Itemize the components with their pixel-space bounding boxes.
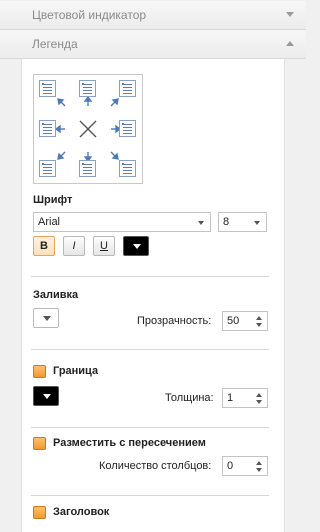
border-label: Граница — [53, 365, 99, 377]
legend-settings-panel: Шрифт Arial 8 B I U Заливка Прозрачность… — [21, 59, 285, 532]
legend-position-selector — [33, 74, 143, 184]
dropdown-arrow-icon — [133, 244, 141, 249]
border-color-button[interactable] — [33, 386, 59, 406]
section-color-indicator[interactable]: Цветовой индикатор — [0, 1, 306, 30]
divider — [31, 427, 269, 428]
dropdown-arrow-icon — [43, 316, 51, 321]
spin-up-icon[interactable] — [256, 393, 262, 397]
position-top-center[interactable] — [79, 80, 96, 97]
spin-up-icon[interactable] — [256, 461, 262, 465]
transparency-label: Прозрачность: — [137, 315, 212, 327]
position-middle-right[interactable] — [119, 120, 136, 137]
thickness-value: 1 — [227, 392, 234, 404]
divider — [31, 349, 269, 350]
section-legend[interactable]: Легенда — [0, 30, 306, 59]
position-middle-left[interactable] — [39, 120, 56, 137]
heading-checkbox[interactable] — [33, 506, 46, 519]
divider — [31, 495, 269, 496]
position-bottom-center[interactable] — [79, 160, 96, 177]
columns-value: 0 — [227, 460, 234, 472]
fill-label: Заливка — [33, 289, 79, 301]
transparency-stepper[interactable]: 50 — [222, 311, 268, 331]
position-bottom-left[interactable] — [39, 160, 56, 177]
transparency-value: 50 — [227, 315, 240, 327]
spin-down-icon[interactable] — [256, 468, 262, 472]
dropdown-arrow-icon — [254, 221, 260, 225]
divider — [31, 276, 269, 277]
underline-button[interactable]: U — [93, 236, 115, 256]
bold-button[interactable]: B — [33, 236, 55, 256]
overlap-checkbox[interactable] — [33, 437, 46, 450]
position-top-left[interactable] — [39, 80, 56, 97]
font-size-value: 8 — [223, 216, 230, 228]
position-bottom-right[interactable] — [119, 160, 136, 177]
font-size-select[interactable]: 8 — [218, 212, 267, 232]
spin-down-icon[interactable] — [256, 400, 262, 404]
overlap-label: Разместить с пересечением — [53, 437, 206, 449]
columns-stepper[interactable]: 0 — [222, 456, 268, 476]
dropdown-arrow-icon — [43, 394, 51, 399]
border-checkbox[interactable] — [33, 365, 46, 378]
italic-button[interactable]: I — [63, 236, 85, 256]
spin-down-icon[interactable] — [256, 323, 262, 327]
thickness-stepper[interactable]: 1 — [222, 388, 268, 408]
fill-color-button[interactable] — [33, 308, 59, 328]
font-label: Шрифт — [33, 194, 73, 206]
position-top-right[interactable] — [119, 80, 136, 97]
section-legend-label: Легенда — [32, 37, 78, 51]
font-color-button[interactable] — [123, 236, 149, 256]
dropdown-arrow-icon — [198, 221, 204, 225]
font-family-select[interactable]: Arial — [33, 212, 211, 232]
chevron-up-icon — [286, 41, 294, 46]
spin-up-icon[interactable] — [256, 316, 262, 320]
section-color-indicator-label: Цветовой индикатор — [32, 8, 147, 22]
heading-label: Заголовок — [53, 506, 110, 518]
font-family-value: Arial — [38, 216, 61, 228]
thickness-label: Толщина: — [165, 392, 214, 404]
chevron-down-icon — [286, 12, 294, 17]
columns-label: Количество столбцов: — [99, 460, 212, 472]
